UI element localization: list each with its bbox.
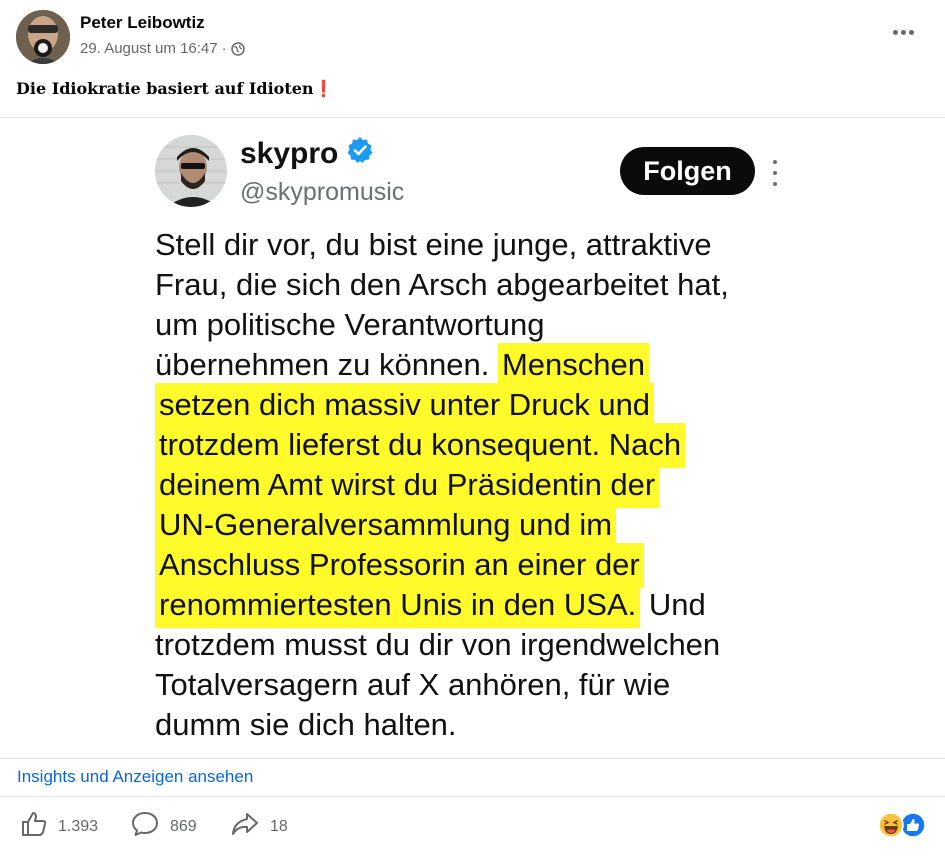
tweet-text-plain: trotzdem musst du dir von irgendwelchen	[155, 627, 721, 662]
tweet-line: dumm sie dich halten.	[155, 705, 815, 745]
dot-icon	[892, 29, 898, 35]
tweet-avatar	[155, 135, 227, 207]
follow-button: Folgen	[620, 147, 755, 195]
tweet-text-plain: um politische Verantwortung	[155, 307, 545, 342]
haha-reaction-icon	[878, 812, 904, 838]
divider	[0, 796, 945, 797]
tweet-text-highlighted: UN-Generalversammlung und im	[155, 503, 617, 548]
share-arrow-icon	[230, 810, 260, 843]
tweet-text-plain: dumm sie dich halten.	[155, 707, 457, 742]
comment-bubble-icon	[130, 810, 160, 843]
tweet-text-plain: Und	[640, 587, 706, 622]
dot-icon	[908, 29, 914, 35]
author-name[interactable]: Peter Leibowtiz	[80, 13, 205, 33]
comment-button[interactable]: 869	[130, 810, 197, 843]
tweet-line: UN-Generalversammlung und im	[155, 503, 815, 548]
tweet-line: Totalversagern auf X anhören, für wie	[155, 665, 815, 705]
tweet-line: deinem Amt wirst du Präsidentin der	[155, 463, 815, 508]
post-caption: Die Idiokratie basiert auf Idioten❗	[16, 79, 333, 98]
tweet-text-highlighted: Menschen	[497, 343, 649, 388]
author-avatar[interactable]	[16, 10, 70, 64]
tweet-handle: @skypromusic	[240, 178, 405, 206]
comment-count: 869	[170, 817, 197, 835]
tweet-text-plain: übernehmen zu können.	[155, 347, 498, 382]
verified-badge-icon	[346, 136, 374, 172]
tweet-text-plain: Totalversagern auf X anhören, für wie	[155, 667, 671, 702]
tweet-line: Anschluss Professorin an einer der	[155, 543, 815, 588]
thumbs-up-icon	[20, 810, 48, 843]
tweet-text-highlighted: Anschluss Professorin an einer der	[155, 543, 644, 588]
like-count: 1.393	[58, 817, 99, 835]
like-reaction-icon	[900, 812, 926, 838]
share-count: 18	[270, 817, 288, 835]
post-timestamp[interactable]: 29. August um 16:47	[80, 40, 218, 57]
tweet-line: trotzdem musst du dir von irgendwelchen	[155, 625, 815, 665]
tweet-line: trotzdem lieferst du konsequent. Nach	[155, 423, 815, 468]
share-button[interactable]: 18	[230, 810, 288, 843]
tweet-text: Stell dir vor, du bist eine junge, attra…	[155, 225, 815, 745]
like-button[interactable]: 1.393	[20, 810, 98, 843]
globe-icon	[230, 41, 245, 56]
post-image[interactable]: skypro @skypromusic Folgen Stell dir vor…	[0, 117, 945, 759]
tweet-text-highlighted: trotzdem lieferst du konsequent. Nach	[155, 423, 686, 468]
tweet-display-name: skypro	[240, 136, 374, 172]
tweet-text-highlighted: setzen dich massiv unter Druck und	[155, 383, 655, 428]
tweet-text-highlighted: renommiertesten Unis in den USA.	[155, 583, 641, 628]
tweet-more-icon	[770, 160, 780, 186]
tweet-line: renommiertesten Unis in den USA. Und	[155, 583, 815, 628]
tweet-line: um politische Verantwortung	[155, 305, 815, 345]
tweet-text-plain: Frau, die sich den Arsch abgearbeitet ha…	[155, 267, 729, 302]
tweet-name-text: skypro	[240, 137, 339, 170]
tweet-line: Frau, die sich den Arsch abgearbeitet ha…	[155, 265, 815, 305]
meta-separator: ·	[221, 40, 227, 57]
tweet-line: setzen dich massiv unter Druck und	[155, 383, 815, 428]
tweet-text-plain: Stell dir vor, du bist eine junge, attra…	[155, 227, 712, 262]
more-options-button[interactable]	[889, 22, 917, 42]
insights-link[interactable]: Insights und Anzeigen ansehen	[17, 767, 253, 787]
tweet-line: übernehmen zu können. Menschen	[155, 343, 815, 388]
reactions-summary[interactable]	[876, 812, 928, 838]
tweet-line: Stell dir vor, du bist eine junge, attra…	[155, 225, 815, 265]
tweet-text-highlighted: deinem Amt wirst du Präsidentin der	[155, 463, 660, 508]
exclamation-emoji-icon: ❗	[313, 79, 334, 98]
post-meta: 29. August um 16:47 ·	[80, 40, 245, 57]
dot-icon	[900, 29, 906, 35]
caption-text: Die Idiokratie basiert auf Idioten	[16, 79, 314, 98]
